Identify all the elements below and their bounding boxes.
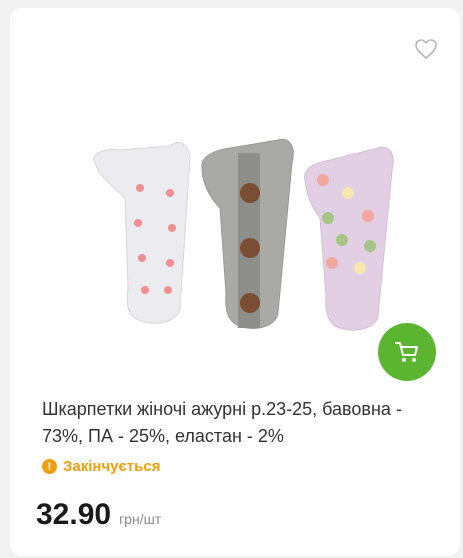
heart-outline-icon[interactable] xyxy=(414,38,438,60)
sock-grey xyxy=(201,138,294,329)
stock-status-text: Закінчується xyxy=(63,458,161,475)
add-to-cart-button[interactable] xyxy=(378,323,436,381)
sock-pink xyxy=(304,146,394,331)
price-row: 32.90 грн/шт xyxy=(36,498,161,532)
product-title[interactable]: Шкарпетки жіночі ажурні р.23-25, бавовна… xyxy=(42,396,442,450)
price-unit: грн/шт xyxy=(119,511,162,527)
product-image xyxy=(93,138,394,331)
price: 32.90 xyxy=(36,498,112,531)
exclamation-icon: ! xyxy=(42,459,57,474)
sock-white xyxy=(93,142,191,324)
cart-icon xyxy=(395,342,418,362)
stock-status: ! Закінчується xyxy=(42,458,160,475)
product-card[interactable]: Шкарпетки жіночі ажурні р.23-25, бавовна… xyxy=(10,8,460,556)
